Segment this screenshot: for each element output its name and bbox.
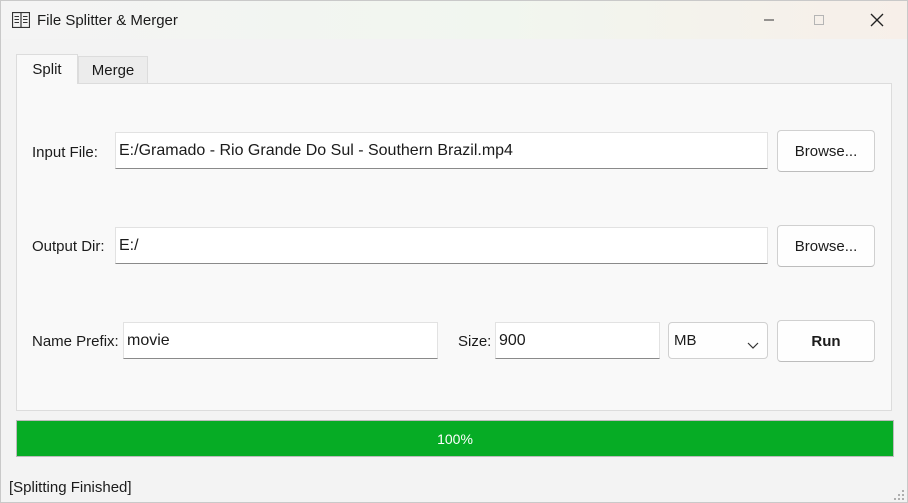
window-title: File Splitter & Merger (37, 12, 178, 29)
output-dir-label: Output Dir: (32, 238, 105, 255)
chevron-down-icon (747, 337, 759, 354)
close-button[interactable] (854, 1, 900, 39)
name-prefix-field[interactable]: movie (123, 322, 438, 359)
input-file-field[interactable]: E:/Gramado - Rio Grande Do Sul - Souther… (115, 132, 768, 169)
input-file-label: Input File: (32, 144, 98, 161)
progress-text: 100% (437, 430, 473, 447)
output-dir-field[interactable]: E:/ (115, 227, 768, 264)
resize-grip-icon[interactable] (893, 488, 905, 500)
title-bar[interactable]: File Splitter & Merger (1, 1, 907, 39)
status-text: [Splitting Finished] (9, 479, 132, 496)
maximize-icon (813, 14, 825, 26)
run-button[interactable]: Run (777, 320, 875, 362)
size-label: Size: (458, 333, 492, 350)
unit-select-value: MB (674, 332, 697, 349)
name-prefix-label: Name Prefix: (32, 333, 119, 350)
tab-merge[interactable]: Merge (78, 56, 148, 84)
app-window: File Splitter & Merger Split Merge Input… (0, 0, 908, 503)
tab-split[interactable]: Split (16, 54, 78, 84)
output-browse-button[interactable]: Browse... (777, 225, 875, 267)
minimize-button[interactable] (746, 1, 792, 39)
input-browse-button[interactable]: Browse... (777, 130, 875, 172)
unit-select[interactable]: MB (668, 322, 768, 359)
close-icon (870, 13, 884, 27)
maximize-button[interactable] (796, 1, 842, 39)
split-pane-icon (11, 11, 31, 29)
minimize-icon (763, 14, 775, 26)
size-field[interactable]: 900 (495, 322, 660, 359)
progress-bar: 100% (16, 420, 894, 457)
